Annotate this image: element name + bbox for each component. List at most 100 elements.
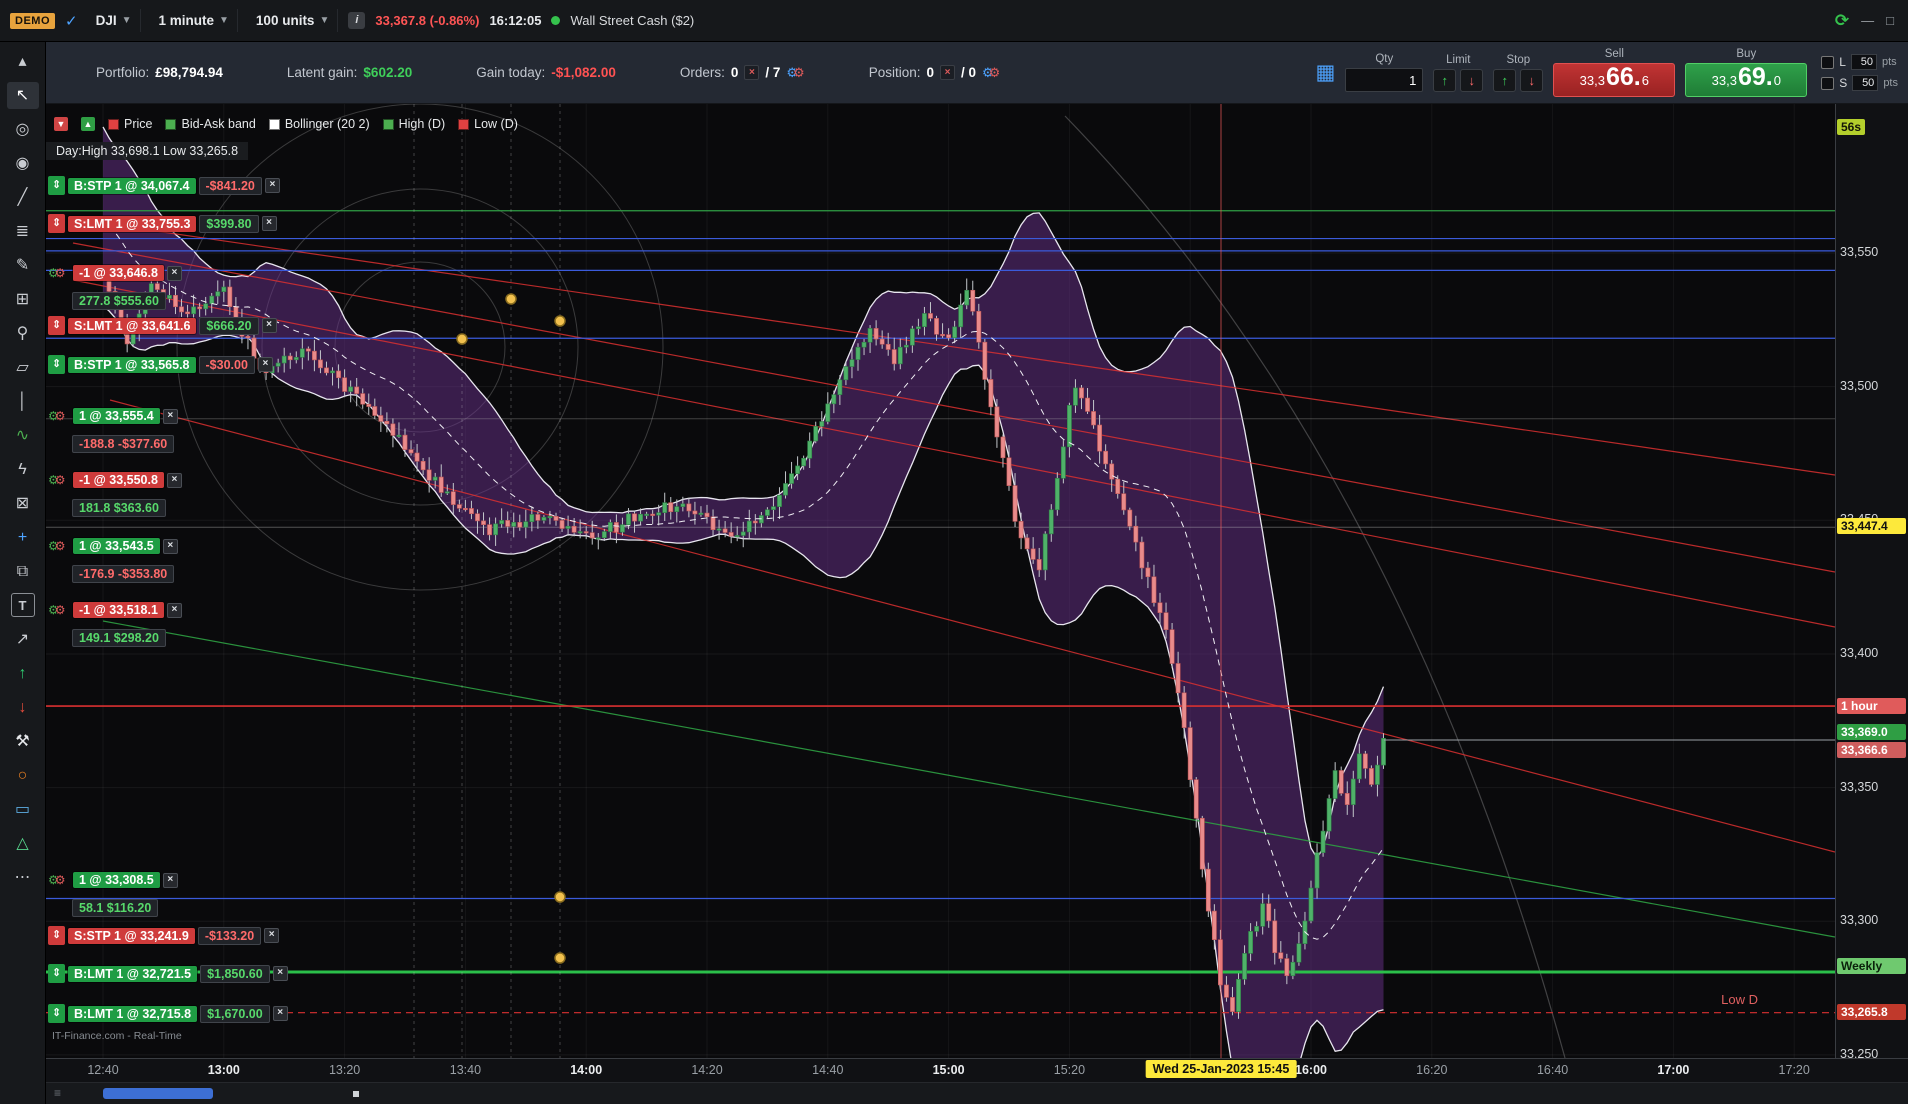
drawing-handle-dot[interactable] xyxy=(554,315,566,327)
sell-arrow-tool-icon[interactable]: ↓ xyxy=(7,694,39,721)
sell-marker-icon[interactable]: ▼ xyxy=(54,117,68,131)
scrollbar-marker[interactable] xyxy=(353,1091,359,1097)
limit-sell-order-icon[interactable]: ↓ xyxy=(1460,68,1484,92)
legend-label: Bid-Ask band xyxy=(181,117,256,131)
collapse-toolbar-icon[interactable]: ▴ xyxy=(7,48,39,75)
stop-sell-order-icon[interactable]: ↓ xyxy=(1520,68,1544,92)
orders-settings-icon[interactable]: ⚙⚙ xyxy=(786,65,804,81)
copy-tool-icon[interactable]: ⧉ xyxy=(7,558,39,585)
sell-button[interactable]: 33,3 66. 6 xyxy=(1553,63,1676,97)
delete-tool-icon[interactable]: ⊠ xyxy=(7,490,39,517)
alarm-tool-icon[interactable]: ◉ xyxy=(7,150,39,177)
units-select[interactable]: 100 units ▼ xyxy=(248,9,339,32)
candle-body xyxy=(583,531,589,534)
time-axis-tick: 17:20 xyxy=(1778,1063,1810,1077)
buy-marker-icon[interactable]: ▲ xyxy=(81,117,95,131)
axis-label-crosshair: 33,447.4 xyxy=(1837,518,1906,534)
candle-body xyxy=(348,386,354,392)
zoom-box-tool-icon[interactable]: ⊞ xyxy=(7,286,39,313)
drawing-handle-dot[interactable] xyxy=(554,952,566,964)
legend-item[interactable]: High (D) xyxy=(382,117,445,131)
ellipse-tool-icon[interactable]: ○ xyxy=(7,762,39,789)
candle-body xyxy=(1079,387,1084,399)
candle-body xyxy=(1121,493,1127,511)
limit-pts-input[interactable]: 50 xyxy=(1850,54,1877,70)
zigzag-tool-icon[interactable]: ϟ xyxy=(7,456,39,483)
pattern-tool-icon[interactable]: ∿ xyxy=(7,422,39,449)
candle-body xyxy=(523,521,529,528)
candle-body xyxy=(1073,387,1078,406)
chevron-down-icon: ▼ xyxy=(219,15,229,26)
minimize-icon[interactable]: — xyxy=(1861,13,1874,28)
arrow-tool-icon[interactable]: ↗ xyxy=(7,626,39,653)
stop-checkbox[interactable] xyxy=(1821,76,1835,90)
info-icon[interactable]: i xyxy=(348,12,366,29)
candle-body xyxy=(390,423,396,436)
triangle-tool-icon[interactable]: △ xyxy=(7,830,39,857)
candle-body xyxy=(831,394,837,405)
quantity-input[interactable] xyxy=(1345,68,1424,92)
legend-item[interactable]: Bollinger (20 2) xyxy=(268,117,370,131)
candle-body xyxy=(1254,926,1260,932)
bottom-scrollbar[interactable]: ≡ xyxy=(46,1082,1908,1104)
trend-line[interactable] xyxy=(72,242,1835,573)
candle-body xyxy=(324,367,329,374)
crosshair-tool-icon[interactable]: ◎ xyxy=(7,116,39,143)
move-tool-icon[interactable]: + xyxy=(7,524,39,551)
limit-buy-order-icon[interactable]: ↑ xyxy=(1433,68,1457,92)
magnifier-tool-icon[interactable]: ⚲ xyxy=(7,320,39,347)
candle-body xyxy=(197,306,203,310)
legend-item[interactable]: Bid-Ask band xyxy=(165,117,256,131)
drawing-handle-dot[interactable] xyxy=(456,333,468,345)
axis-label-hour-badge: 1 hour xyxy=(1837,698,1906,714)
close-position-icon[interactable]: × xyxy=(940,65,955,80)
text-tool-icon[interactable]: T xyxy=(10,593,35,617)
candle-body xyxy=(620,524,625,533)
realtime-refresh-icon[interactable]: ⟳ xyxy=(1835,11,1849,31)
scrollbar-handle[interactable] xyxy=(103,1088,213,1099)
candle-body xyxy=(716,528,722,531)
position-settings-icon[interactable]: ⚙⚙ xyxy=(982,65,1000,81)
more-tools-icon[interactable]: ⋯ xyxy=(7,864,39,891)
price-chart[interactable]: Low D xyxy=(46,104,1835,1058)
portfolio-value: £98,794.94 xyxy=(155,65,223,80)
trendline-tool-icon[interactable]: ╱ xyxy=(7,184,39,211)
time-axis[interactable]: 12:40 13:00 13:20 13:40 14:00 14:20 14:40 15:00… xyxy=(46,1058,1908,1082)
candle-body xyxy=(318,359,323,369)
trend-line[interactable] xyxy=(102,620,1835,938)
ruler-tool-icon[interactable]: ▱ xyxy=(7,354,39,381)
fibonacci-tool-icon[interactable]: ≣ xyxy=(7,218,39,245)
candle-body xyxy=(529,514,535,522)
limit-checkbox[interactable] xyxy=(1821,55,1835,69)
candle-body xyxy=(1048,509,1054,535)
vertical-line-tool-icon[interactable]: │ xyxy=(7,388,39,415)
timeframe-label: 1 minute xyxy=(158,13,215,28)
candle-body xyxy=(867,328,873,343)
legend-item[interactable]: Low (D) xyxy=(458,117,518,131)
draw-tool-icon[interactable]: ✎ xyxy=(7,252,39,279)
orders-label: Orders: xyxy=(679,65,725,80)
settings-tool-icon[interactable]: ⚒ xyxy=(7,728,39,755)
drawing-handle-dot[interactable] xyxy=(505,293,517,305)
drawing-handle-dot[interactable] xyxy=(554,891,566,903)
cursor-tool-icon[interactable]: ↖ xyxy=(6,81,39,109)
stop-pts-input[interactable]: 50 xyxy=(1852,75,1879,91)
legend-item[interactable]: Price xyxy=(108,117,152,131)
stop-buy-order-icon[interactable]: ↑ xyxy=(1493,68,1517,92)
trend-line[interactable] xyxy=(109,399,1835,853)
maximize-icon[interactable]: □ xyxy=(1886,13,1894,28)
price-axis[interactable]: 33,55033,50033,45033,40033,35033,30033,2… xyxy=(1835,104,1908,1058)
chart-area[interactable]: Low D ▼ ▲ Price Bid-Ask band Bollinger (20… xyxy=(46,104,1908,1104)
timeframe-select[interactable]: 1 minute ▼ xyxy=(151,9,238,32)
rectangle-tool-icon[interactable]: ▭ xyxy=(7,796,39,823)
calculator-icon[interactable]: ▦ xyxy=(1315,60,1335,85)
instrument-select[interactable]: DJI ▼ xyxy=(88,9,141,32)
scrollbar-grip-icon[interactable]: ≡ xyxy=(54,1086,61,1100)
cancel-orders-icon[interactable]: × xyxy=(744,65,760,80)
buy-arrow-tool-icon[interactable]: ↑ xyxy=(7,660,39,687)
crosshair-date-label: Wed 25-Jan-2023 15:45 xyxy=(1145,1060,1297,1078)
candle-body xyxy=(861,341,867,348)
buy-button[interactable]: 33,3 69. 0 xyxy=(1685,63,1808,97)
candle-body xyxy=(565,525,571,529)
candle-body xyxy=(607,522,613,532)
